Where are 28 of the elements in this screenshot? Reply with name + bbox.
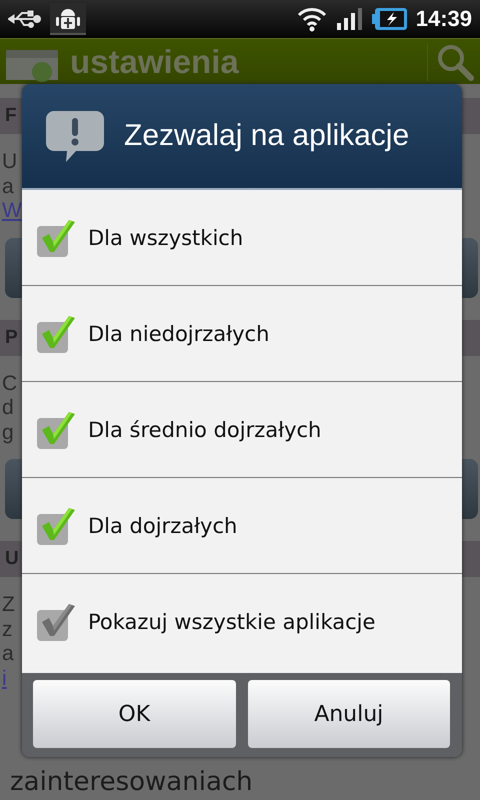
body-text: U [1,150,18,174]
alert-bubble-icon [46,109,104,163]
usb-icon [8,9,42,29]
checkbox[interactable] [36,410,76,450]
body-text: g [1,420,14,445]
body-text: C [1,372,18,396]
dialog-button[interactable]: Anuluj [248,680,450,748]
checkbox[interactable] [36,314,76,354]
checkbox[interactable] [36,506,76,546]
body-text: z [1,618,12,642]
clock: 14:39 [416,6,472,32]
option-label: Dla dojrzałych [88,514,238,538]
body-text: d [1,396,14,420]
option-label: Dla średnio dojrzałych [88,418,322,442]
option-label: Dla wszystkich [88,226,244,250]
dialog-button[interactable]: OK [33,680,236,748]
wifi-icon [296,6,328,32]
setting-title: zainteresowaniach [9,767,254,797]
option-label: Dla niedojrzałych [88,322,270,346]
body-text: a [1,174,14,199]
body-text: a [1,642,14,666]
body-text: Z [1,593,15,618]
signal-icon [336,7,364,31]
option-label: Pokazuj wszystkie aplikacje [88,610,376,634]
battery-charging-icon [372,7,408,31]
screen-title: ustawienia [70,42,239,80]
checkbox[interactable] [36,218,76,258]
search-icon[interactable] [436,42,474,80]
